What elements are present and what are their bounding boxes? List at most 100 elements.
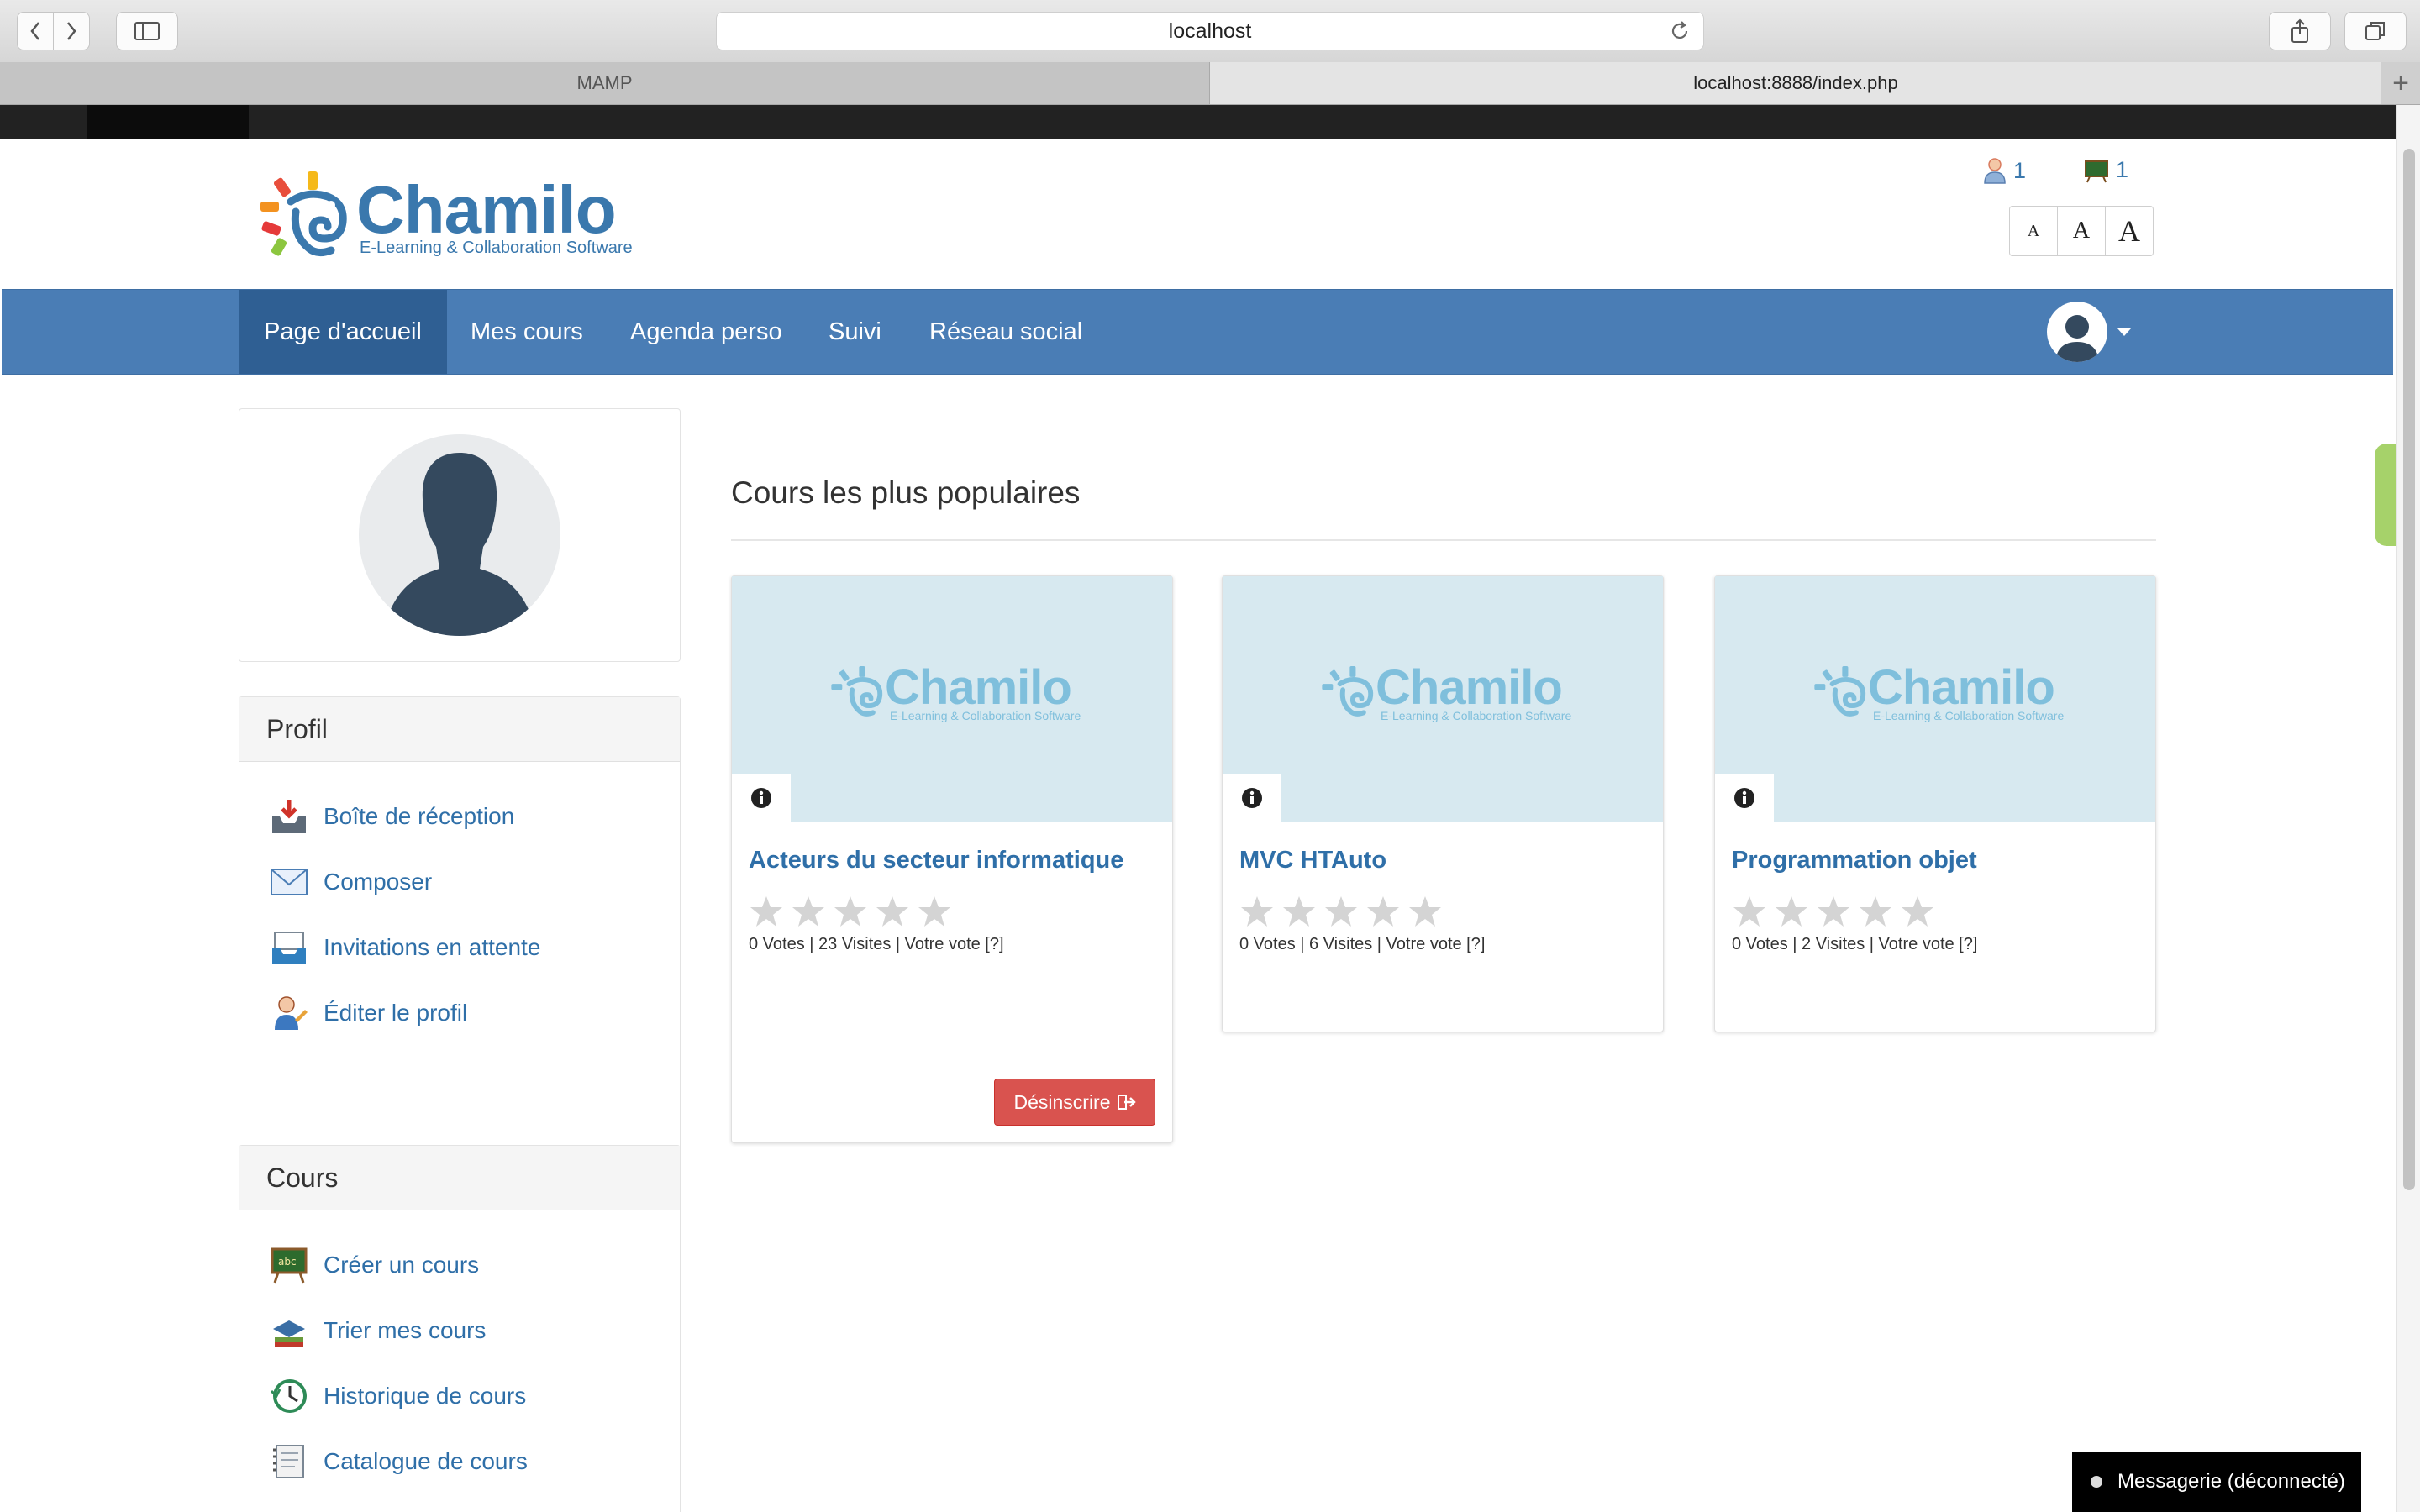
courses-panel: Cours abc Créer un cours Trier mes cours…: [239, 1145, 681, 1512]
nav-my-courses[interactable]: Mes cours: [471, 290, 583, 374]
chevron-right-icon: [67, 22, 76, 40]
course-title-link[interactable]: MVC HTAuto: [1223, 822, 1663, 874]
chamilo-logo[interactable]: Chamilo E-Learning & Collaboration Softw…: [257, 168, 652, 260]
course-info-button[interactable]: [1223, 774, 1281, 822]
star-icon[interactable]: [833, 895, 868, 928]
back-button[interactable]: [17, 12, 54, 50]
tabs-icon: [2365, 22, 2385, 40]
font-size-medium-button[interactable]: A: [2057, 206, 2106, 256]
course-thumbnail[interactable]: Chamilo E-Learning & Collaboration Softw…: [732, 576, 1172, 822]
menu-course-history[interactable]: Historique de cours: [239, 1363, 680, 1429]
nav-label: Suivi: [829, 318, 881, 345]
admin-top-strip: [0, 105, 2396, 139]
address-bar[interactable]: localhost: [716, 12, 1704, 50]
logo-wordmark: Chamilo: [356, 172, 617, 247]
menu-create-course[interactable]: abc Créer un cours: [239, 1232, 680, 1298]
thumbnail-wordmark: Chamilo: [1868, 660, 2055, 715]
course-title-link[interactable]: Acteurs du secteur informatique: [732, 822, 1172, 874]
font-size-large-button[interactable]: A: [2105, 206, 2154, 256]
plus-icon: +: [2392, 66, 2409, 99]
scrollbar[interactable]: [2396, 105, 2420, 1512]
menu-edit-profile[interactable]: Éditer le profil: [239, 980, 680, 1046]
avatar-silhouette-icon: [2055, 315, 2099, 362]
star-icon[interactable]: [791, 895, 826, 928]
sign-out-icon: [1117, 1095, 1136, 1110]
star-icon[interactable]: [1900, 895, 1935, 928]
course-thumbnail[interactable]: Chamilo E-Learning & Collaboration Softw…: [1223, 576, 1663, 822]
menu-sort-courses[interactable]: Trier mes cours: [239, 1298, 680, 1363]
star-icon[interactable]: [917, 895, 952, 928]
thumbnail-tagline: E-Learning & Collaboration Software: [890, 709, 1081, 722]
chat-bar[interactable]: Messagerie (déconnecté): [2072, 1452, 2361, 1512]
font-size-switcher: A A A: [2009, 206, 2154, 256]
star-icon[interactable]: [1858, 895, 1893, 928]
user-avatar-menu[interactable]: [2047, 302, 2107, 362]
course-board-icon: [2085, 160, 2108, 182]
star-icon[interactable]: [1774, 895, 1809, 928]
address-text: localhost: [1168, 18, 1252, 43]
menu-pending-invitations[interactable]: Invitations en attente: [239, 915, 680, 980]
star-icon[interactable]: [1239, 895, 1275, 928]
online-courses-count: 1: [2116, 157, 2129, 182]
star-rating[interactable]: [1715, 874, 2155, 928]
course-card: Chamilo E-Learning & Collaboration Softw…: [731, 575, 1173, 1143]
avatar-silhouette-icon: [382, 453, 537, 636]
course-info-button[interactable]: [732, 774, 791, 822]
star-rating[interactable]: [1223, 874, 1663, 928]
course-card: Chamilo E-Learning & Collaboration Softw…: [1714, 575, 2156, 1032]
tab-mamp[interactable]: MAMP: [0, 62, 1210, 104]
info-icon: [751, 788, 771, 808]
online-users-counter[interactable]: 1: [1983, 157, 2026, 184]
profile-panel: Profil Boîte de réception Composer Invit…: [239, 696, 681, 1217]
forward-button[interactable]: [53, 12, 90, 50]
page-content: Chamilo E-Learning & Collaboration Softw…: [0, 105, 2396, 1512]
admin-top-strip-item: [87, 105, 249, 139]
star-icon[interactable]: [1281, 895, 1317, 928]
side-feedback-tab[interactable]: [2375, 444, 2396, 546]
course-stats: 0 Votes | 23 Visites | Votre vote [?]: [749, 935, 1004, 953]
share-button[interactable]: [2269, 12, 2331, 50]
course-title-link[interactable]: Programmation objet: [1715, 822, 2155, 874]
menu-inbox[interactable]: Boîte de réception: [239, 784, 680, 849]
nav-tracking[interactable]: Suivi: [829, 290, 881, 374]
menu-compose[interactable]: Composer: [239, 849, 680, 915]
sort-courses-icon: [270, 1311, 308, 1350]
user-avatar[interactable]: [359, 434, 560, 636]
menu-label: Composer: [324, 869, 433, 895]
edit-profile-icon: [270, 994, 308, 1032]
sidebar-toggle-button[interactable]: [116, 12, 178, 50]
star-icon[interactable]: [749, 895, 784, 928]
star-icon[interactable]: [875, 895, 910, 928]
nav-home[interactable]: Page d'accueil: [239, 290, 447, 374]
section-divider: [731, 539, 2156, 541]
star-icon[interactable]: [1816, 895, 1851, 928]
thumbnail-tagline: E-Learning & Collaboration Software: [1873, 709, 2065, 722]
tab-localhost[interactable]: localhost:8888/index.php: [1210, 62, 2381, 104]
course-card: Chamilo E-Learning & Collaboration Softw…: [1222, 575, 1664, 1032]
caret-down-icon[interactable]: [2118, 328, 2131, 336]
unsubscribe-button[interactable]: Désinscrire: [994, 1079, 1155, 1126]
star-icon[interactable]: [1732, 895, 1767, 928]
menu-course-catalog[interactable]: Catalogue de cours: [239, 1429, 680, 1494]
scrollbar-thumb[interactable]: [2403, 149, 2415, 1190]
font-size-small-button[interactable]: A: [2009, 206, 2058, 256]
course-thumbnail-logo: Chamilo E-Learning & Collaboration Softw…: [1812, 660, 2064, 722]
unsubscribe-label: Désinscrire: [1013, 1090, 1111, 1113]
nav-social-network[interactable]: Réseau social: [929, 290, 1082, 374]
course-stats: 0 Votes | 6 Visites | Votre vote [?]: [1239, 935, 1486, 953]
star-rating[interactable]: [732, 874, 1172, 928]
course-info-button[interactable]: [1715, 774, 1774, 822]
course-thumbnail[interactable]: Chamilo E-Learning & Collaboration Softw…: [1715, 576, 2155, 822]
tabs-overview-button[interactable]: [2344, 12, 2407, 50]
star-icon[interactable]: [1407, 895, 1443, 928]
catalog-icon: [270, 1442, 308, 1481]
menu-label: Catalogue de cours: [324, 1448, 528, 1474]
course-thumbnail-logo: Chamilo E-Learning & Collaboration Softw…: [829, 664, 1081, 722]
new-tab-button[interactable]: +: [2381, 62, 2420, 104]
star-icon[interactable]: [1365, 895, 1401, 928]
chevron-left-icon: [30, 22, 39, 40]
star-icon[interactable]: [1323, 895, 1359, 928]
reload-icon[interactable]: [1668, 19, 1691, 43]
online-courses-counter[interactable]: 1: [2084, 157, 2128, 183]
nav-personal-agenda[interactable]: Agenda perso: [630, 290, 782, 374]
